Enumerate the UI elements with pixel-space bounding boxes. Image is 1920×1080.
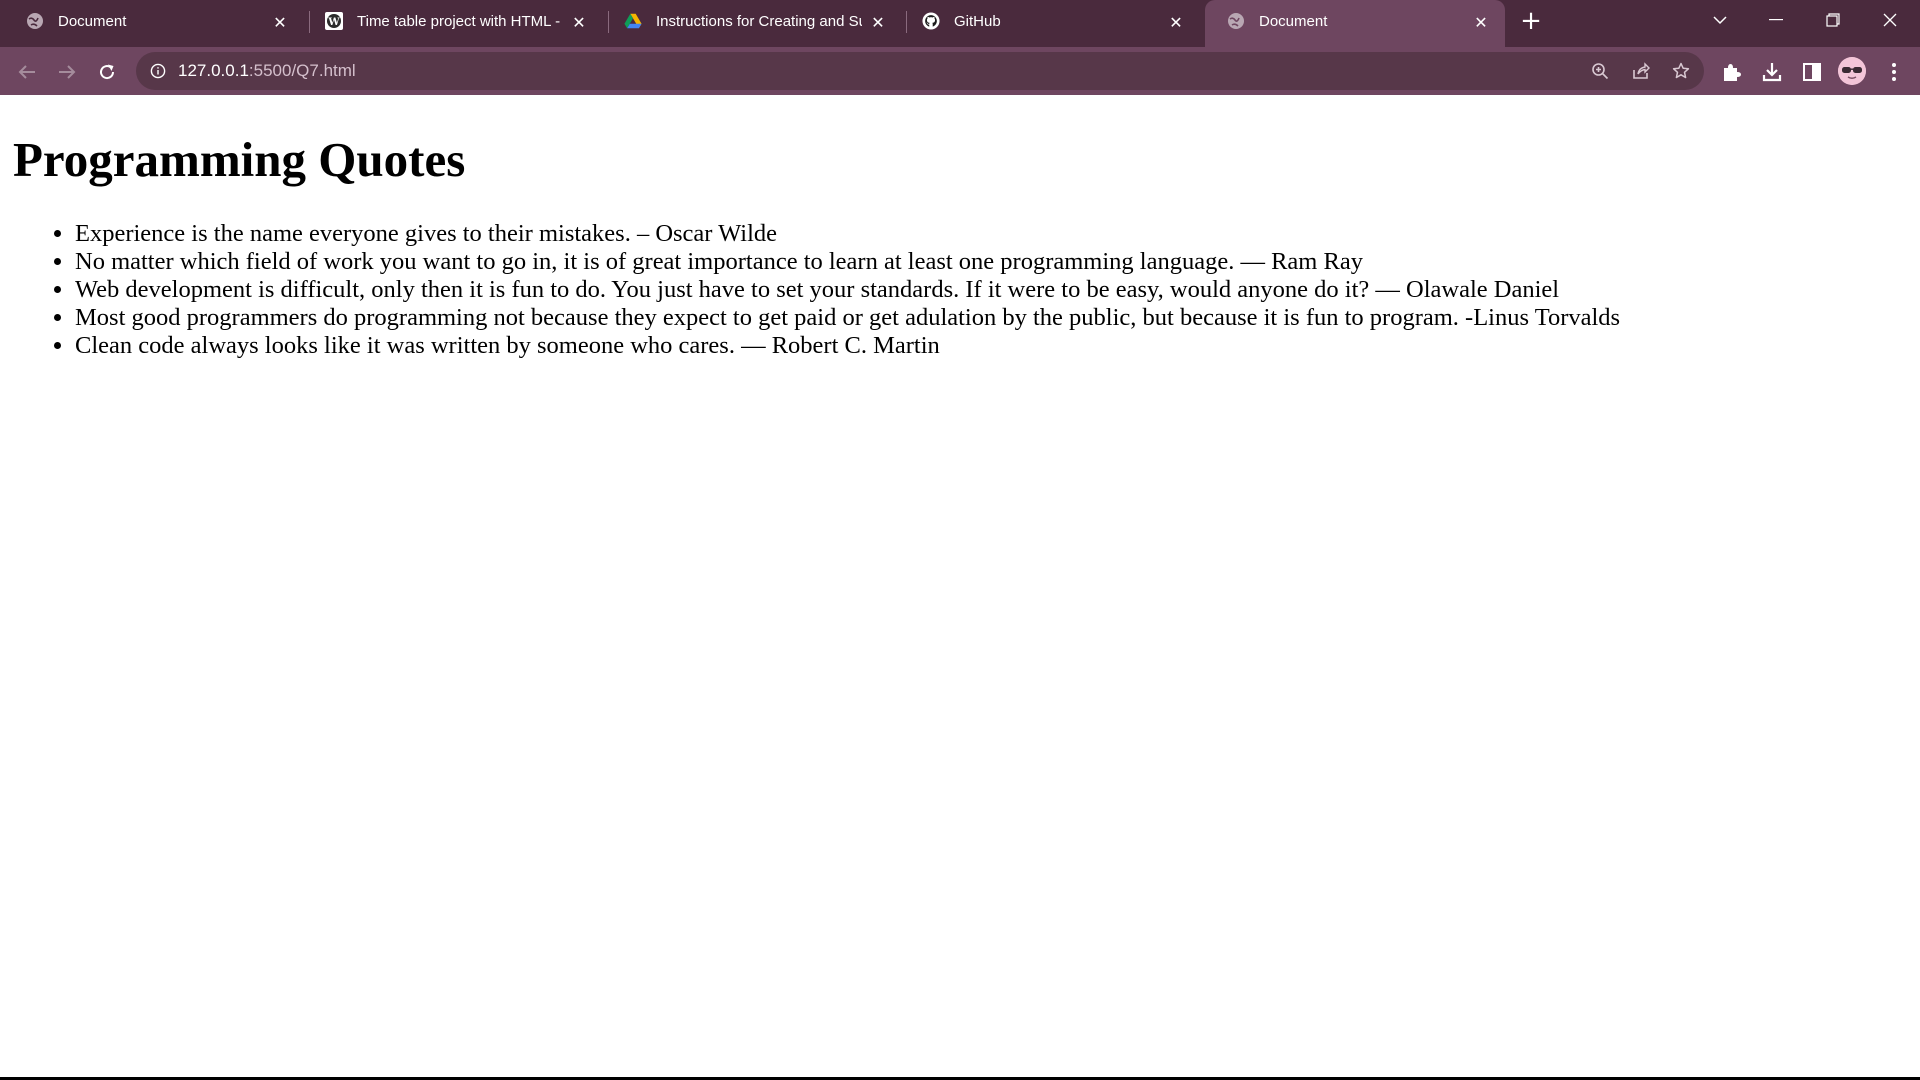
- tab-close-icon[interactable]: ✕: [1471, 12, 1491, 32]
- zoom-icon[interactable]: [1589, 60, 1611, 82]
- tab-strip: Document ✕ W Time table project with HTM…: [0, 0, 1920, 47]
- download-icon[interactable]: [1761, 61, 1783, 83]
- tab-document-active[interactable]: Document ✕: [1205, 0, 1505, 47]
- tab-close-icon[interactable]: ✕: [868, 12, 888, 32]
- tab-github[interactable]: GitHub ✕: [900, 0, 1200, 43]
- tab-instructions[interactable]: Instructions for Creating and Sul ✕: [602, 0, 902, 43]
- globe-icon: [1227, 12, 1245, 30]
- address-bar[interactable]: 127.0.0.1:5500/Q7.html: [136, 52, 1704, 90]
- menu-kebab-icon[interactable]: [1883, 61, 1905, 83]
- arrow-left-icon: [18, 65, 35, 79]
- extensions-icon[interactable]: [1720, 61, 1742, 83]
- tab-document-1[interactable]: Document ✕: [4, 0, 304, 43]
- globe-icon: [26, 12, 44, 30]
- tab-title: Document: [58, 13, 127, 30]
- close-window-icon[interactable]: [1862, 0, 1918, 40]
- quote-item: No matter which field of work you want t…: [75, 248, 1620, 276]
- sunglasses-avatar-icon: [1838, 57, 1866, 85]
- quote-item: Clean code always looks like it was writ…: [75, 332, 1620, 360]
- bookmark-star-icon[interactable]: [1670, 60, 1692, 82]
- google-drive-icon: [624, 12, 642, 30]
- quote-item: Experience is the name everyone gives to…: [75, 220, 1620, 248]
- side-panel-icon[interactable]: [1801, 61, 1823, 83]
- tab-search-chevron-icon[interactable]: [1692, 0, 1748, 40]
- address-url[interactable]: 127.0.0.1:5500/Q7.html: [178, 52, 356, 90]
- tab-title: Instructions for Creating and Sul: [656, 13, 862, 30]
- reload-button[interactable]: [90, 55, 124, 89]
- tab-close-icon[interactable]: ✕: [569, 12, 589, 32]
- tab-close-icon[interactable]: ✕: [270, 12, 290, 32]
- profile-avatar[interactable]: [1838, 57, 1866, 85]
- page-heading: Programming Quotes: [13, 132, 466, 187]
- browser-toolbar: 127.0.0.1:5500/Q7.html: [0, 47, 1920, 95]
- arrow-right-icon: [59, 65, 76, 79]
- forward-button[interactable]: [50, 55, 84, 89]
- tab-time-table-project[interactable]: W Time table project with HTML - I ✕: [303, 0, 603, 43]
- tab-title: GitHub: [954, 13, 1001, 30]
- reload-icon: [100, 64, 115, 80]
- address-host: 127.0.0.1: [178, 61, 249, 80]
- tab-title: Document: [1259, 13, 1328, 30]
- quote-item: Most good programmers do programming not…: [75, 304, 1620, 332]
- wordpress-icon: W: [325, 12, 343, 30]
- site-info-icon[interactable]: [148, 61, 168, 81]
- restore-icon[interactable]: [1805, 0, 1861, 40]
- quote-item: Web development is difficult, only then …: [75, 276, 1620, 304]
- web-page-content: Programming Quotes Experience is the nam…: [0, 95, 1920, 1077]
- github-icon: [922, 12, 940, 30]
- quotes-list: Experience is the name everyone gives to…: [0, 220, 1620, 360]
- tab-title: Time table project with HTML - I: [357, 13, 563, 30]
- new-tab-button[interactable]: +: [1514, 8, 1548, 34]
- minimize-icon[interactable]: [1748, 0, 1804, 40]
- address-path: :5500/Q7.html: [248, 61, 356, 80]
- back-button[interactable]: [10, 55, 44, 89]
- tab-close-icon[interactable]: ✕: [1166, 12, 1186, 32]
- svg-text:W: W: [327, 17, 340, 28]
- share-icon[interactable]: [1630, 60, 1652, 82]
